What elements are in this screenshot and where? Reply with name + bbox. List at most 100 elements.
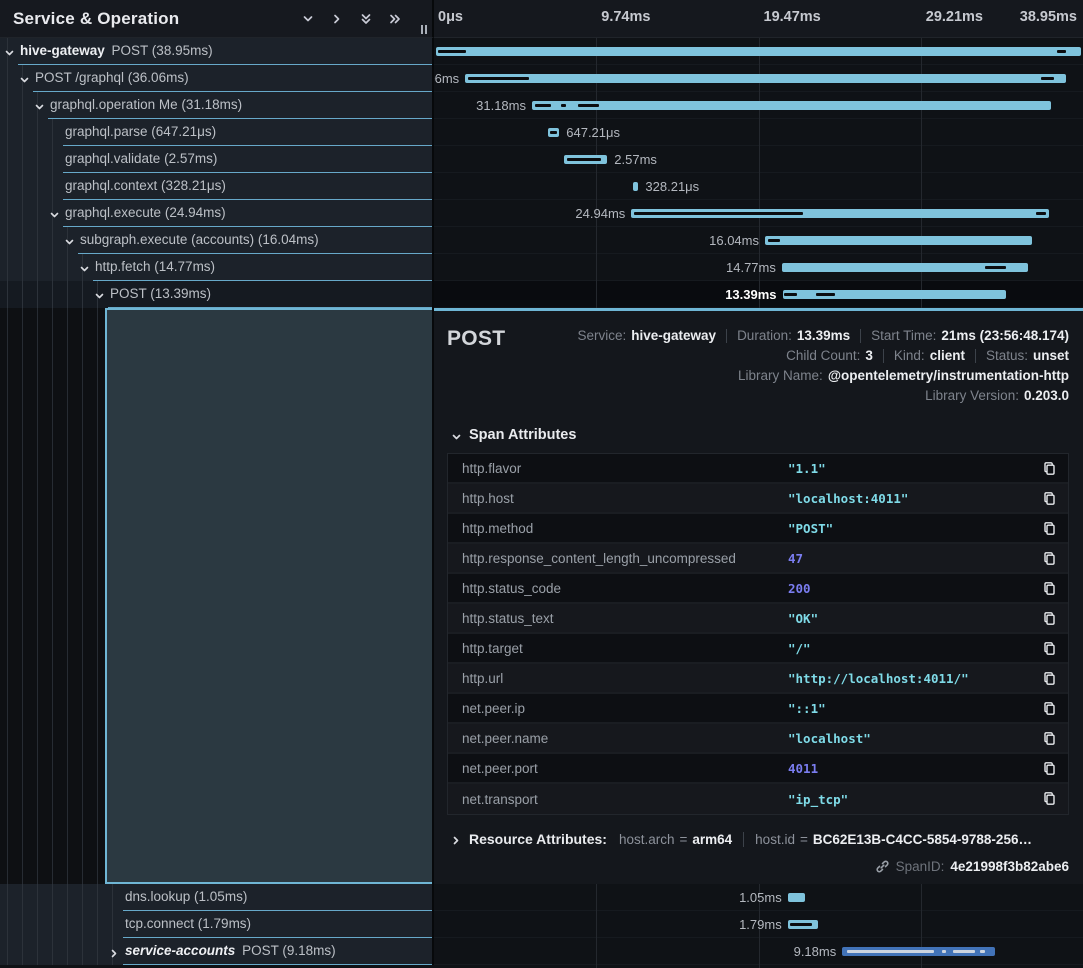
selected-span-indent-block <box>105 308 432 884</box>
span-attributes-header[interactable]: Span Attributes <box>447 427 1069 443</box>
indent-guide <box>7 911 8 938</box>
indent-guide <box>7 938 8 965</box>
span-name-cell[interactable]: tcp.connect (1.79ms) <box>0 911 434 938</box>
copy-icon[interactable] <box>1042 581 1058 597</box>
collapse-one-icon[interactable] <box>300 11 315 26</box>
span-duration-bar[interactable] <box>788 893 806 902</box>
collapse-all-icon[interactable] <box>358 11 373 26</box>
indent-guide <box>67 938 68 965</box>
resource-key: host.arch <box>619 832 675 847</box>
expand-all-icon[interactable] <box>387 11 402 26</box>
copy-icon[interactable] <box>1042 641 1058 657</box>
span-name-cell[interactable]: hive-gateway POST (38.95ms) <box>0 38 434 65</box>
copy-icon[interactable] <box>1042 791 1058 807</box>
span-name-cell[interactable]: POST /graphql (36.06ms) <box>0 65 434 92</box>
timeline-axis: 0μs 9.74ms 19.47ms 29.21ms 38.95ms <box>434 0 1083 38</box>
span-duration-bar[interactable] <box>465 74 1066 83</box>
equals-sign: = <box>800 832 808 847</box>
resource-attributes-row[interactable]: Resource Attributes: host.arch=arm64host… <box>447 831 1069 847</box>
span-timeline-cell: 1.05ms <box>434 884 1083 911</box>
resource-key: host.id <box>755 832 795 847</box>
detail-span-title: POST <box>447 325 505 351</box>
copy-icon[interactable] <box>1042 551 1058 567</box>
child-span-tick <box>953 950 975 953</box>
detail-indent-spacer <box>0 308 434 884</box>
indent-guide <box>37 200 38 227</box>
indent-guide <box>52 281 53 308</box>
chevron-down-icon[interactable] <box>34 100 45 111</box>
copy-icon[interactable] <box>1042 761 1058 777</box>
span-row: POST /graphql (36.06ms)36.06ms <box>0 65 1083 92</box>
attribute-key: http.target <box>462 641 523 656</box>
indent-guide <box>22 308 23 884</box>
trace-body: hive-gateway POST (38.95ms)38.95msPOST /… <box>0 38 1083 968</box>
chevron-down-icon[interactable] <box>4 46 15 57</box>
span-name-cell[interactable]: graphql.parse (647.21μs) <box>0 119 434 146</box>
span-name-cell[interactable]: service-accounts POST (9.18ms) <box>0 938 434 965</box>
link-icon[interactable] <box>875 859 890 874</box>
indent-guide <box>37 254 38 281</box>
span-name-cell[interactable]: dns.lookup (1.05ms) <box>0 884 434 911</box>
attribute-key: net.peer.ip <box>462 701 525 716</box>
span-label: graphql.execute (24.94ms) <box>65 205 226 220</box>
chevron-down-icon[interactable] <box>79 262 90 273</box>
copy-icon[interactable] <box>1042 701 1058 717</box>
chevron-down-icon[interactable] <box>64 235 75 246</box>
attribute-value: "/" <box>788 641 811 656</box>
resource-value: BC62E13B-C4CC-5854-9788-256… <box>813 832 1032 847</box>
copy-icon[interactable] <box>1042 491 1058 507</box>
child-span-tick <box>784 293 797 296</box>
span-name-cell[interactable]: graphql.execute (24.94ms) <box>0 200 434 227</box>
detail-meta-line: Service:hive-gatewayDuration:13.39msStar… <box>577 328 1069 343</box>
span-duration-bar[interactable] <box>765 236 1032 245</box>
span-name-cell[interactable]: graphql.operation Me (31.18ms) <box>0 92 434 119</box>
span-row: tcp.connect (1.79ms)1.79ms <box>0 911 1083 938</box>
attribute-value: "ip_tcp" <box>788 792 848 807</box>
span-label: graphql.operation Me (31.18ms) <box>50 97 242 112</box>
span-name-cell[interactable]: graphql.context (328.21μs) <box>0 173 434 200</box>
resource-separator <box>743 832 744 847</box>
span-detail-row: POST Service:hive-gatewayDuration:13.39m… <box>0 308 1083 884</box>
span-duration-label: 647.21μs <box>566 125 620 140</box>
copy-icon[interactable] <box>1042 671 1058 687</box>
span-row: service-accounts POST (9.18ms)9.18ms <box>0 938 1083 965</box>
attribute-value: 200 <box>788 581 811 596</box>
attribute-value: 47 <box>788 551 803 566</box>
chevron-right-icon[interactable] <box>109 946 120 957</box>
column-resize-handle[interactable] <box>421 25 427 34</box>
span-label: http.fetch (14.77ms) <box>95 259 215 274</box>
span-name-cell[interactable]: http.fetch (14.77ms) <box>0 254 434 281</box>
copy-icon[interactable] <box>1042 731 1058 747</box>
indent-guide <box>7 227 8 254</box>
span-name-cell[interactable]: subgraph.execute (accounts) (16.04ms) <box>0 227 434 254</box>
indent-guide <box>37 884 38 911</box>
span-label: POST /graphql (36.06ms) <box>35 70 189 85</box>
attribute-value: "POST" <box>788 521 833 536</box>
axis-tick-1: 9.74ms <box>601 9 650 25</box>
indent-guide <box>52 911 53 938</box>
chevron-down-icon[interactable] <box>19 73 30 84</box>
detail-meta-line: Library Version:0.203.0 <box>925 388 1069 403</box>
resource-pair: host.id = BC62E13B-C4CC-5854-9788-256… <box>755 832 1032 847</box>
indent-guide <box>97 884 98 911</box>
attribute-key: http.url <box>462 671 503 686</box>
indent-guide <box>37 146 38 173</box>
attribute-row: http.status_code200 <box>448 574 1068 604</box>
span-duration-bar[interactable] <box>436 47 1081 56</box>
span-name-cell[interactable]: POST (13.39ms) <box>0 281 434 308</box>
attribute-key: http.method <box>462 521 533 536</box>
span-name-cell[interactable]: graphql.validate (2.57ms) <box>0 146 434 173</box>
tree-toolbar <box>300 0 402 37</box>
span-duration-bar[interactable] <box>532 101 1051 110</box>
copy-icon[interactable] <box>1042 611 1058 627</box>
resource-value: arm64 <box>692 832 732 847</box>
copy-icon[interactable] <box>1042 521 1058 537</box>
indent-guide <box>52 938 53 965</box>
copy-icon[interactable] <box>1042 461 1058 477</box>
indent-guide <box>7 65 8 92</box>
chevron-down-icon[interactable] <box>94 289 105 300</box>
expand-one-icon[interactable] <box>329 11 344 26</box>
span-duration-bar[interactable] <box>633 182 639 191</box>
chevron-down-icon[interactable] <box>49 208 60 219</box>
span-label: hive-gateway POST (38.95ms) <box>20 43 213 58</box>
